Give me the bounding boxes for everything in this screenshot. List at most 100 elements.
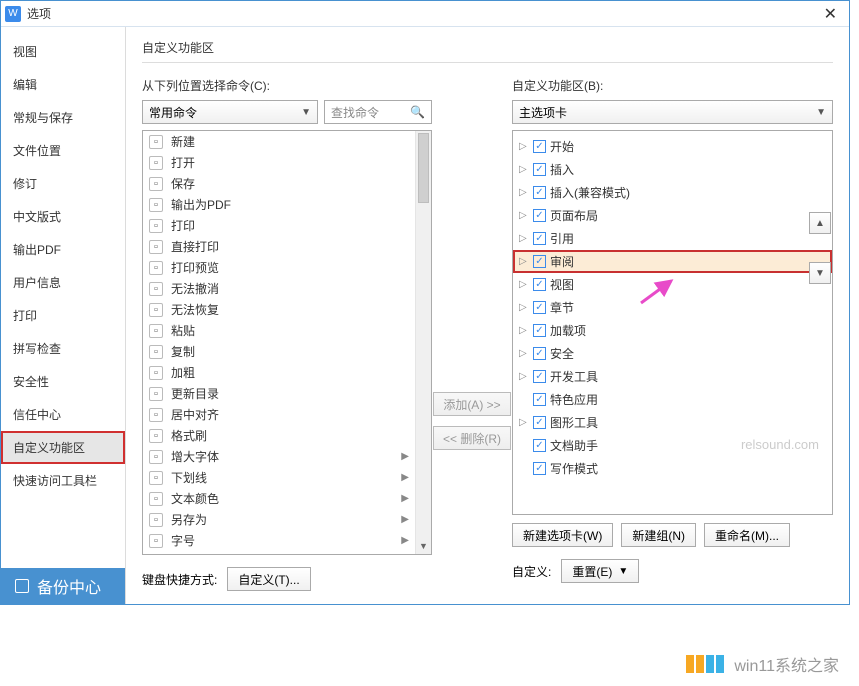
command-item[interactable]: ▫字号▶	[143, 530, 415, 551]
command-item[interactable]: ▫加粗	[143, 362, 415, 383]
checkbox[interactable]: ✓	[533, 209, 546, 222]
expand-icon[interactable]: ▷	[519, 417, 529, 428]
expand-icon[interactable]: ▷	[519, 325, 529, 336]
expand-icon[interactable]: ▷	[519, 256, 529, 267]
checkbox[interactable]: ✓	[533, 324, 546, 337]
expand-icon[interactable]: ▷	[519, 210, 529, 221]
remove-button[interactable]: << 删除(R)	[433, 426, 511, 450]
checkbox[interactable]: ✓	[533, 140, 546, 153]
checkbox[interactable]: ✓	[533, 416, 546, 429]
tree-label: 开始	[550, 138, 574, 155]
command-item[interactable]: ▫无法撤消	[143, 278, 415, 299]
add-button[interactable]: 添加(A) >>	[433, 392, 511, 416]
customize-shortcut-button[interactable]: 自定义(T)...	[227, 567, 310, 591]
command-item[interactable]: ▫居中对齐	[143, 404, 415, 425]
expand-icon[interactable]: ▷	[519, 233, 529, 244]
checkbox[interactable]: ✓	[533, 347, 546, 360]
checkbox[interactable]: ✓	[533, 393, 546, 406]
expand-icon[interactable]: ▷	[519, 164, 529, 175]
command-item[interactable]: ▫打开	[143, 152, 415, 173]
scrollbar[interactable]: ▼	[415, 131, 431, 554]
command-item[interactable]: ▫新建	[143, 131, 415, 152]
expand-icon[interactable]: ▷	[519, 279, 529, 290]
sidebar-item-revision[interactable]: 修订	[1, 167, 125, 200]
expand-icon[interactable]: ▷	[519, 141, 529, 152]
sidebar-item-quick-access[interactable]: 快速访问工具栏	[1, 464, 125, 497]
expand-icon[interactable]: ▷	[519, 302, 529, 313]
checkbox[interactable]: ✓	[533, 232, 546, 245]
tree-item[interactable]: ▷✓插入	[513, 158, 832, 181]
command-item[interactable]: ▫粘贴	[143, 320, 415, 341]
reset-dropdown-button[interactable]: 重置(E) ▼	[561, 559, 639, 583]
sidebar-item-spellcheck[interactable]: 拼写检查	[1, 332, 125, 365]
commands-source-dropdown[interactable]: 常用命令 ▼	[142, 100, 318, 124]
rename-button[interactable]: 重命名(M)...	[704, 523, 790, 547]
sidebar-item-edit[interactable]: 编辑	[1, 68, 125, 101]
command-item[interactable]: ▫更新目录	[143, 383, 415, 404]
checkbox[interactable]: ✓	[533, 278, 546, 291]
search-commands-input[interactable]: 查找命令 🔍	[324, 100, 432, 124]
tree-item[interactable]: ▷ ✓ 图形工具	[513, 411, 832, 434]
command-item[interactable]: ▫下划线▶	[143, 467, 415, 488]
ribbon-tree[interactable]: ▷✓开始▷✓插入▷✓插入(兼容模式)▷✓页面布局▷✓引用▷✓审阅▷✓视图▷✓章节…	[512, 130, 833, 515]
tree-item[interactable]: ▷✓审阅	[513, 250, 832, 273]
tree-item[interactable]: ▷✓开发工具	[513, 365, 832, 388]
commands-listbox[interactable]: ▫新建▫打开▫保存▫输出为PDF▫打印▫直接打印▫打印预览▫无法撤消▫无法恢复▫…	[142, 130, 432, 555]
expand-icon[interactable]: ▷	[519, 187, 529, 198]
sidebar-item-customize-ribbon[interactable]: 自定义功能区	[1, 431, 125, 464]
command-label: 格式刷	[171, 427, 207, 444]
expand-icon[interactable]: ▷	[519, 348, 529, 359]
checkbox[interactable]: ✓	[533, 163, 546, 176]
section-heading: 自定义功能区	[142, 39, 833, 63]
tree-item[interactable]: ▷✓视图	[513, 273, 832, 296]
tree-item[interactable]: ✓写作模式	[513, 457, 832, 480]
tree-item[interactable]: ✓特色应用	[513, 388, 832, 411]
sidebar-item-security[interactable]: 安全性	[1, 365, 125, 398]
command-item[interactable]: ▫输出为PDF	[143, 194, 415, 215]
tree-item[interactable]: ▷✓页面布局	[513, 204, 832, 227]
tree-item[interactable]: ▷✓加载项	[513, 319, 832, 342]
command-item[interactable]: ▫格式刷	[143, 425, 415, 446]
checkbox[interactable]: ✓	[533, 370, 546, 383]
ribbon-target-dropdown[interactable]: 主选项卡 ▼	[512, 100, 833, 124]
sidebar-item-user-info[interactable]: 用户信息	[1, 266, 125, 299]
command-item[interactable]: ▫直接打印	[143, 236, 415, 257]
tree-item[interactable]: ▷✓章节	[513, 296, 832, 319]
checkbox[interactable]: ✓	[533, 301, 546, 314]
sidebar-item-export-pdf[interactable]: 输出PDF	[1, 233, 125, 266]
sidebar-item-file-location[interactable]: 文件位置	[1, 134, 125, 167]
close-button[interactable]: ✕	[816, 4, 845, 24]
sidebar-item-chinese-layout[interactable]: 中文版式	[1, 200, 125, 233]
command-item[interactable]: ▫保存	[143, 173, 415, 194]
command-item[interactable]: ▫打印预览	[143, 257, 415, 278]
tree-item[interactable]: ▷✓安全	[513, 342, 832, 365]
tree-item[interactable]: ▷✓插入(兼容模式)	[513, 181, 832, 204]
sidebar-item-general-save[interactable]: 常规与保存	[1, 101, 125, 134]
new-group-button[interactable]: 新建组(N)	[621, 523, 696, 547]
checkbox[interactable]: ✓	[533, 462, 546, 475]
expand-icon[interactable]: ▷	[519, 371, 529, 382]
command-item[interactable]: ▫增大字体▶	[143, 446, 415, 467]
new-tab-button[interactable]: 新建选项卡(W)	[512, 523, 613, 547]
backup-center-button[interactable]: 备份中心	[1, 568, 125, 604]
scroll-down-icon[interactable]: ▼	[416, 538, 431, 554]
command-item[interactable]: ▫文本颜色▶	[143, 488, 415, 509]
checkbox[interactable]: ✓	[533, 255, 546, 268]
checkbox[interactable]: ✓	[533, 439, 546, 452]
tree-item[interactable]: ✓文档助手	[513, 434, 832, 457]
command-item[interactable]: ▫另存为▶	[143, 509, 415, 530]
sidebar-item-print[interactable]: 打印	[1, 299, 125, 332]
tree-item[interactable]: ▷✓引用	[513, 227, 832, 250]
sidebar-item-view[interactable]: 视图	[1, 35, 125, 68]
submenu-arrow-icon: ▶	[401, 535, 409, 546]
tree-label: 图形工具	[550, 414, 598, 431]
command-item[interactable]: ▫打印	[143, 215, 415, 236]
sidebar-item-trust-center[interactable]: 信任中心	[1, 398, 125, 431]
move-down-button[interactable]: ▼	[809, 262, 831, 284]
scroll-thumb[interactable]	[418, 133, 429, 203]
checkbox[interactable]: ✓	[533, 186, 546, 199]
command-item[interactable]: ▫无法恢复	[143, 299, 415, 320]
tree-item[interactable]: ▷ ✓ 开始	[513, 135, 832, 158]
command-item[interactable]: ▫复制	[143, 341, 415, 362]
move-up-button[interactable]: ▲	[809, 212, 831, 234]
